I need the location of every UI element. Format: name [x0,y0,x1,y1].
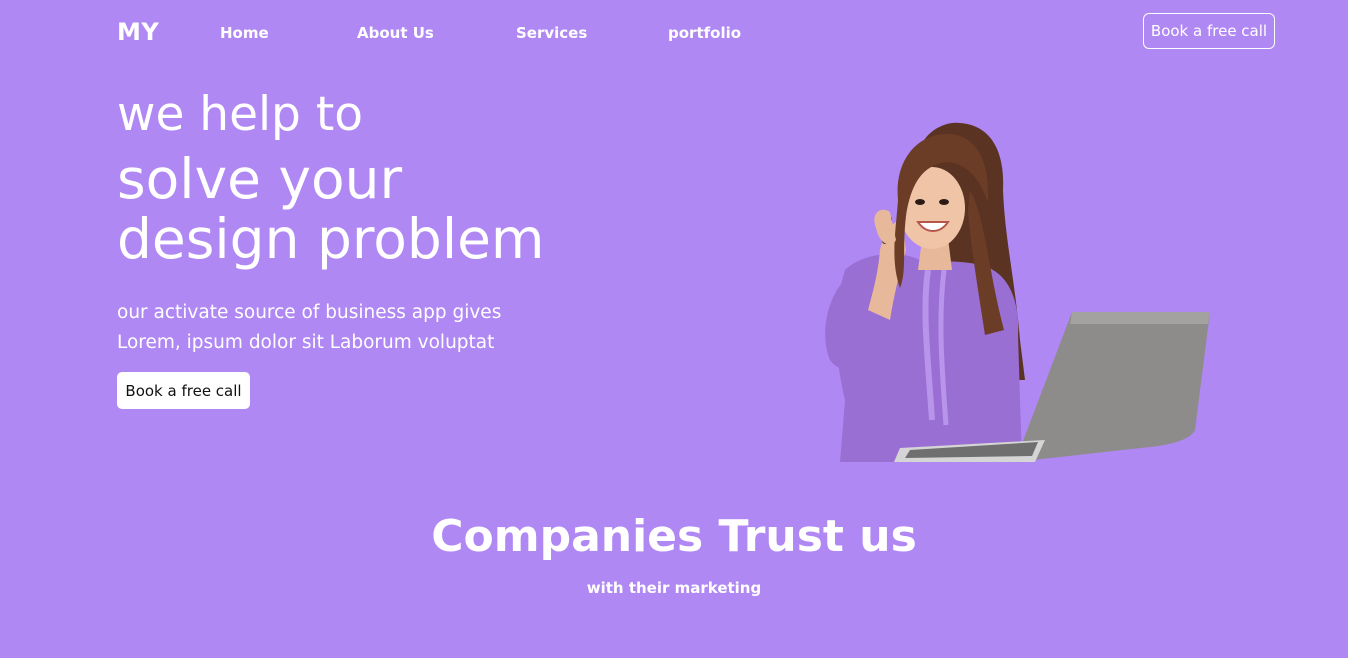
nav-services-link[interactable]: Services [516,24,587,42]
hero-book-call-button[interactable]: Book a free call [117,372,250,409]
nav-about-link[interactable]: About Us [357,24,434,42]
hero-description-line-1: our activate source of business app give… [117,302,502,323]
trust-section-subtitle: with their marketing [586,579,762,597]
hero-headline-line-2: solve your [117,147,403,211]
header-book-call-button[interactable]: Book a free call [1143,13,1275,49]
hero-description-line-2: Lorem, ipsum dolor sit Laborum voluptat [117,332,495,353]
hero-headline-line-3: design problem [117,207,545,271]
trust-section-title: Companies Trust us [431,511,917,562]
brand-logo[interactable]: MY [117,18,159,46]
hero-woman-laptop-image [825,122,1210,462]
landing-page: MY Home About Us Services portfolio Book… [0,0,1348,658]
hero-description: our activate source of business app give… [117,298,501,358]
nav-home-link[interactable]: Home [220,24,269,42]
nav-portfolio-link[interactable]: portfolio [668,24,741,42]
hero-headline-line-1: we help to [117,87,364,142]
